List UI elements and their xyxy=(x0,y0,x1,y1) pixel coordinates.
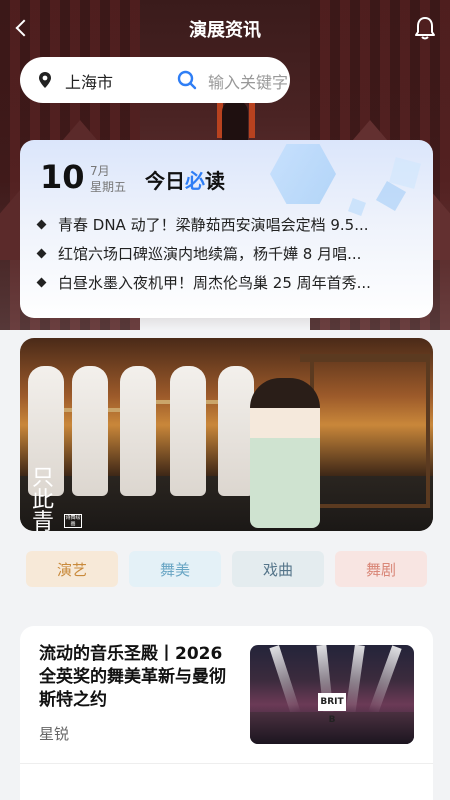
page-title: 演展资讯 xyxy=(189,20,261,41)
dancer xyxy=(120,366,156,496)
dancer xyxy=(72,366,108,496)
lead-dancer xyxy=(250,378,320,528)
top-bar: 演展资讯 xyxy=(0,0,450,56)
daily-title-prefix: 今日 xyxy=(145,169,185,193)
article-thumbnail: BRIT B xyxy=(250,645,414,744)
divider xyxy=(20,763,433,764)
city-selector[interactable]: 上海市 xyxy=(65,69,113,93)
loom xyxy=(310,358,430,508)
decorative-hexagon xyxy=(270,144,336,204)
news-item[interactable]: 白昼水墨入夜机甲！周杰伦鸟巢 25 周年首秀... xyxy=(36,268,418,297)
category-dance-drama[interactable]: 舞剧 xyxy=(335,551,427,587)
daily-title: 今日必读 xyxy=(145,165,225,194)
news-item[interactable]: 青春 DNA 动了！梁静茹西安演唱会定档 9.5... xyxy=(36,210,418,239)
brit-logo: BRIT B xyxy=(318,693,346,725)
daily-title-highlight: 必 xyxy=(185,169,205,193)
light-beam xyxy=(345,645,365,716)
news-headline: 青春 DNA 动了！梁静茹西安演唱会定档 9.5... xyxy=(58,216,369,234)
stage-figure xyxy=(222,100,248,142)
news-item[interactable]: 红馆六场口碑巡演内地续篇，杨千嬅 8 月唱... xyxy=(36,239,418,268)
date-month: 7月 xyxy=(90,164,110,178)
dancer xyxy=(170,366,206,496)
news-headline: 白昼水墨入夜机甲！周杰伦鸟巢 25 周年首秀... xyxy=(58,274,371,292)
category-stage-design[interactable]: 舞美 xyxy=(129,551,221,587)
search-bar: 上海市 输入关键字 xyxy=(20,57,290,103)
daily-title-suffix: 读 xyxy=(205,169,225,193)
date-day: 10 xyxy=(40,158,85,196)
light-beam xyxy=(368,645,402,715)
stage-lamp xyxy=(249,100,255,138)
diamond-bullet-icon xyxy=(36,248,47,259)
category-performing-arts[interactable]: 演艺 xyxy=(26,551,118,587)
search-input[interactable]: 输入关键字 xyxy=(208,69,288,93)
article-source: 星锐 xyxy=(39,725,70,743)
light-beam xyxy=(269,645,301,715)
diamond-bullet-icon xyxy=(36,219,47,230)
diamond-bullet-icon xyxy=(36,277,47,288)
article-title: 流动的音乐圣殿丨2026 全英奖的舞美革新与曼彻斯特之约 xyxy=(39,644,226,710)
date-weekday: 星期五 xyxy=(90,180,127,194)
dancer xyxy=(218,366,254,496)
article-card[interactable]: 流动的音乐圣殿丨2026 全英奖的舞美革新与曼彻斯特之约 星锐 BRIT B xyxy=(20,626,433,800)
banner-logo-seal: 诗舞绘画 xyxy=(64,514,82,528)
category-opera[interactable]: 戏曲 xyxy=(232,551,324,587)
featured-banner[interactable]: 只此青 诗舞绘画 xyxy=(20,338,433,531)
search-icon[interactable] xyxy=(177,70,197,90)
daily-must-read-card[interactable]: 10 7月 星期五 今日必读 青春 DNA 动了！梁静茹西安演唱会定档 9.5.… xyxy=(20,140,433,318)
news-headline: 红馆六场口碑巡演内地续篇，杨千嬅 8 月唱... xyxy=(58,245,362,263)
news-list: 青春 DNA 动了！梁静茹西安演唱会定档 9.5... 红馆六场口碑巡演内地续篇… xyxy=(36,210,418,297)
location-pin-icon[interactable] xyxy=(38,71,52,89)
bell-icon[interactable] xyxy=(414,16,436,40)
category-tabs: 演艺 舞美 戏曲 舞剧 xyxy=(26,551,427,587)
